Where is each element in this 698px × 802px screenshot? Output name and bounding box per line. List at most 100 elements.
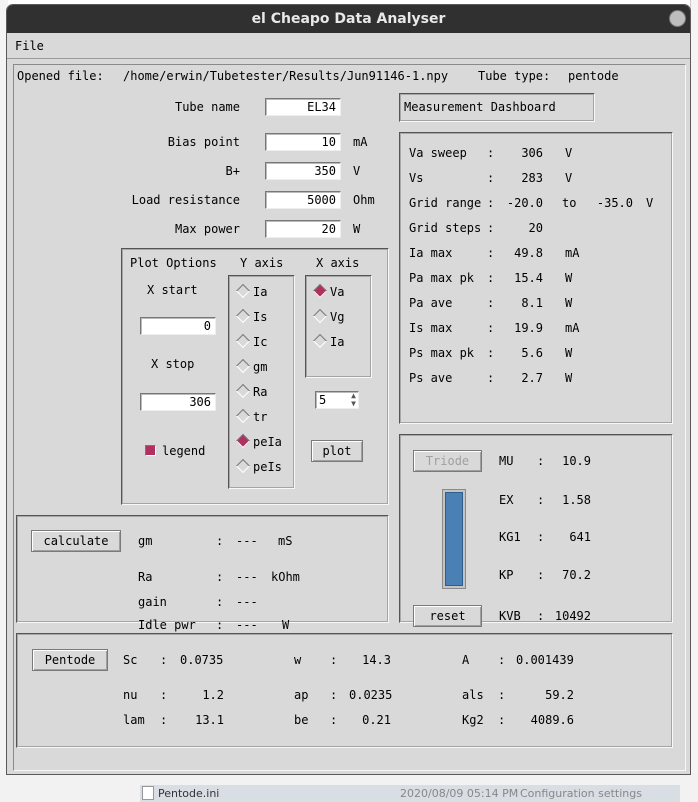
y-axis-label: Y axis: [240, 256, 284, 270]
max-power-unit: W: [353, 222, 361, 236]
plot-button[interactable]: plot: [311, 440, 363, 462]
pentode-key: A: [462, 653, 470, 667]
pentode-value: 1.2: [202, 688, 224, 702]
window-close-button[interactable]: [669, 10, 686, 27]
dashboard-unit: V: [565, 146, 573, 160]
y-radio-peia[interactable]: [235, 433, 251, 449]
y-option-is: Is: [253, 310, 268, 324]
y-radio-is[interactable]: [235, 308, 251, 324]
triode-value: 10492: [554, 609, 591, 623]
background-file-name: Pentode.ini: [158, 787, 220, 800]
dashboard-colon: :: [487, 371, 495, 385]
triode-button[interactable]: Triode: [413, 450, 482, 472]
triode-key: EX: [499, 493, 514, 507]
pentode-button[interactable]: Pentode: [32, 649, 108, 671]
background-file-row[interactable]: Pentode.ini 2020/08/09 05:14 PM Configur…: [140, 785, 680, 802]
dashboard-value: 8.1: [521, 296, 543, 310]
calc-key: gain: [138, 595, 167, 609]
pentode-value: 0.21: [362, 713, 391, 727]
b-plus-input[interactable]: 350: [265, 162, 341, 180]
dashboard-title: Measurement Dashboard: [404, 100, 556, 114]
dashboard-key: Ps ave: [409, 371, 453, 385]
x-radio-ia[interactable]: [312, 333, 328, 349]
dashboard-colon: :: [487, 271, 495, 285]
tube-name-input[interactable]: EL34: [265, 98, 341, 116]
y-radio-tr[interactable]: [235, 408, 251, 424]
x-stop-label: X stop: [151, 357, 195, 371]
y-radio-ra[interactable]: [235, 383, 251, 399]
menu-file[interactable]: File: [15, 39, 44, 53]
title-bar[interactable]: el Cheapo Data Analyser: [7, 5, 690, 33]
y-option-ra: Ra: [253, 385, 268, 399]
max-power-input[interactable]: 20: [265, 220, 341, 238]
pentode-value: 14.3: [362, 653, 391, 667]
dashboard-key: Vs: [409, 171, 424, 185]
dashboard-unit: W: [565, 296, 573, 310]
x-start-label: X start: [147, 283, 198, 297]
triode-frame: Triode MU : 10.9 EX : 1.58 KG1 : 641 KP …: [399, 434, 673, 623]
dashboard-value: 20: [528, 221, 543, 235]
dashboard-unit: mA: [565, 321, 580, 335]
bias-point-input[interactable]: 10: [265, 133, 341, 151]
dashboard-title-box: Measurement Dashboard: [399, 93, 595, 122]
y-axis-group: Ia Is Ic gm Ra tr peIa peIs: [228, 275, 295, 489]
spin-arrows-icon[interactable]: ▲ ▼: [351, 392, 356, 408]
pentode-value: 13.1: [195, 713, 224, 727]
y-radio-ia[interactable]: [235, 283, 251, 299]
triode-colon: :: [537, 454, 545, 468]
triode-key: KVB: [499, 609, 521, 623]
y-radio-ic[interactable]: [235, 333, 251, 349]
pentode-value: 59.2: [545, 688, 574, 702]
y-option-ic: Ic: [253, 335, 268, 349]
triode-key: MU: [499, 454, 514, 468]
dashboard-unit: mA: [565, 246, 580, 260]
dashboard-key: Ia max: [409, 246, 453, 260]
dashboard-value: 283: [521, 171, 543, 185]
calc-unit: mS: [278, 534, 293, 548]
dashboard-frame: Va sweep : 306 V Vs : 283 V Grid range :…: [399, 132, 673, 424]
triode-colon: :: [537, 568, 545, 582]
load-resistance-input[interactable]: 5000: [265, 191, 341, 209]
reset-button[interactable]: reset: [413, 605, 482, 627]
background-file-type: Configuration settings: [520, 787, 642, 800]
window-title: el Cheapo Data Analyser: [251, 11, 446, 27]
plot-options-title: Plot Options: [130, 256, 217, 270]
triode-slider-thumb[interactable]: [445, 492, 463, 586]
y-radio-peis[interactable]: [235, 458, 251, 474]
opened-file-path: /home/erwin/Tubetester/Results/Jun91146-…: [123, 69, 449, 83]
pentode-colon: :: [498, 688, 506, 702]
pentode-key: w: [294, 653, 302, 667]
plot-spinbox[interactable]: 5 ▲ ▼: [315, 391, 359, 409]
y-radio-gm[interactable]: [235, 358, 251, 374]
triode-slider-trough[interactable]: [442, 489, 466, 589]
dashboard-value: 2.7: [521, 371, 543, 385]
x-radio-va[interactable]: [312, 283, 328, 299]
dashboard-unit: W: [565, 346, 573, 360]
dashboard-colon: :: [487, 321, 495, 335]
dashboard-value: -20.0: [506, 196, 543, 210]
dashboard-key: Grid steps: [409, 221, 482, 235]
calculate-button[interactable]: calculate: [31, 530, 121, 552]
pentode-colon: :: [498, 713, 506, 727]
dashboard-value: 306: [521, 146, 543, 160]
dashboard-key: Va sweep: [409, 146, 467, 160]
app-window: el Cheapo Data Analyser File Opened file…: [6, 4, 691, 775]
x-start-input[interactable]: 0: [140, 317, 216, 335]
x-radio-vg[interactable]: [312, 308, 328, 324]
opened-file-label: Opened file:: [17, 69, 104, 83]
max-power-label: Max power: [174, 222, 240, 236]
calc-key: gm: [138, 534, 153, 548]
background-file-date: 2020/08/09 05:14 PM: [400, 787, 519, 800]
dashboard-key: Grid range: [409, 196, 482, 210]
y-option-peis: peIs: [253, 460, 282, 474]
y-option-ia: Ia: [253, 285, 268, 299]
calc-key-idle: Idle pwr: [138, 618, 196, 632]
calc-unit-idle: W: [282, 618, 290, 632]
bias-point-label: Bias point: [167, 135, 240, 149]
legend-checkbox[interactable]: [145, 445, 156, 456]
triode-colon: :: [537, 493, 545, 507]
x-stop-input[interactable]: 306: [140, 393, 216, 411]
calc-unit: kOhm: [271, 570, 300, 584]
dashboard-colon: :: [487, 171, 495, 185]
x-axis-group: Va Vg Ia: [305, 275, 372, 378]
